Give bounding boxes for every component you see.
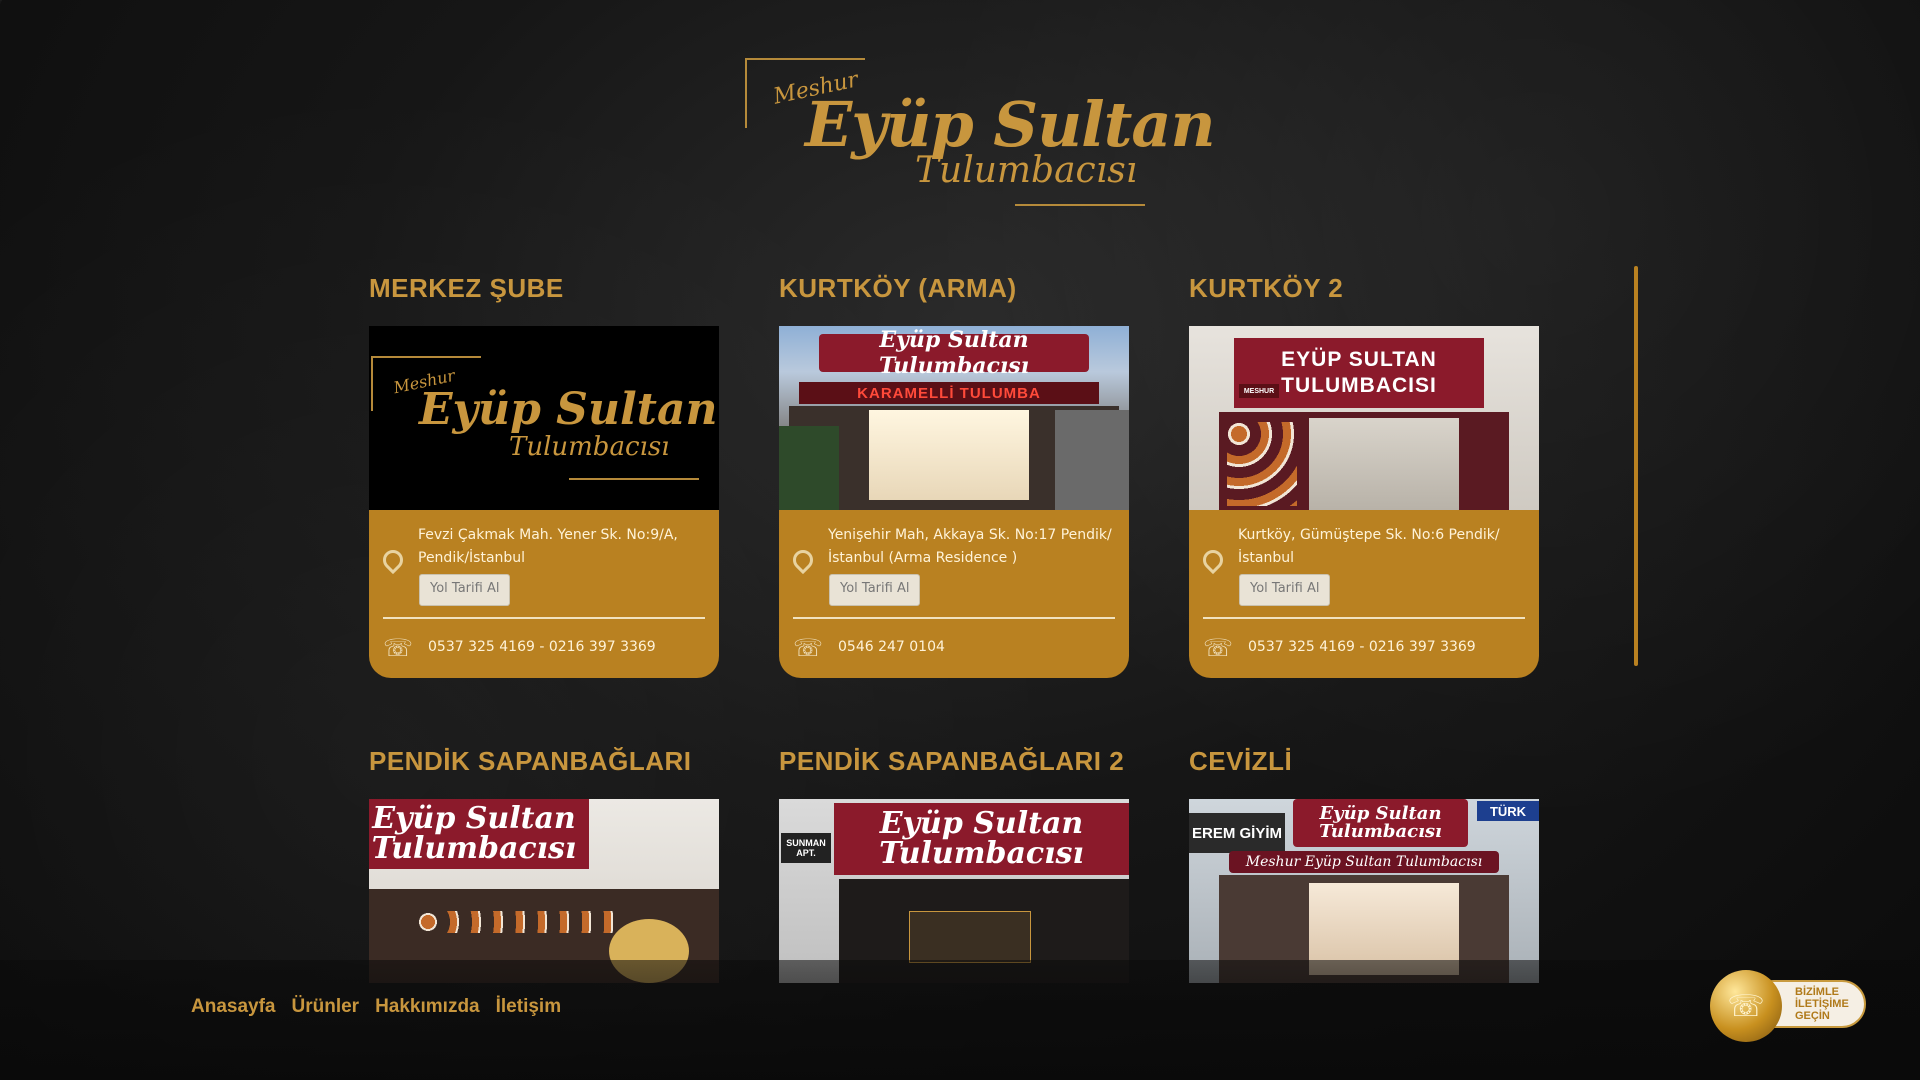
divider: [1203, 617, 1525, 619]
divider: [793, 617, 1115, 619]
store-sign: Eyüp Sultan Tulumbacısı: [834, 803, 1129, 875]
nav-about[interactable]: Hakkımızda: [375, 996, 480, 1018]
branch-photo: Eyüp Sultan Tulumbacısı: [369, 799, 719, 983]
branch-info: Yenişehir Mah, Akkaya Sk. No:17 Pendik/ …: [779, 510, 1129, 678]
branch-title: PENDİK SAPANBAĞLARI 2: [779, 746, 1125, 776]
sign-badge: MESHUR: [1239, 384, 1279, 398]
apt-label: SUNMAN APT.: [781, 833, 831, 863]
branch-card: KURTKÖY 2 EYÜP SULTAN TULUMBACISI MESHUR…: [1189, 268, 1539, 678]
branch-card: PENDİK SAPANBAĞLARI 2 Eyüp Sultan Tulumb…: [779, 741, 1129, 983]
get-directions-button[interactable]: Yol Tarifi Al: [829, 574, 921, 606]
branch-title: CEVİZLİ: [1189, 746, 1293, 776]
branch-address: Kurtköy, Gümüştepe Sk. No:6 Pendik/ İsta…: [1238, 527, 1500, 566]
footer-nav: Anasayfa Ürünler Hakkımızda İletişim: [191, 996, 561, 1018]
branch-card: KURTKÖY (ARMA) Eyüp Sultan Tulumbacısı K…: [779, 268, 1129, 678]
get-directions-button[interactable]: Yol Tarifi Al: [419, 574, 511, 606]
divider: [383, 617, 705, 619]
branch-photo: EYÜP SULTAN TULUMBACISI MESHUR: [1189, 326, 1539, 510]
store-sign: Eyüp Sultan Tulumbacısı: [369, 799, 589, 869]
branch-address: Yenişehir Mah, Akkaya Sk. No:17 Pendik/ …: [828, 527, 1112, 566]
nav-home[interactable]: Anasayfa: [191, 996, 276, 1018]
branch-title: MERKEZ ŞUBE: [369, 273, 564, 303]
branch-phone[interactable]: 0546 247 0104: [838, 639, 945, 655]
phone-icon: ☏: [1203, 634, 1234, 662]
branch-address: Fevzi Çakmak Mah. Yener Sk. No:9/A, Pend…: [418, 527, 678, 566]
phone-icon: ☏: [1710, 970, 1782, 1042]
branch-photo: Meshur Eyüp Sultan Tulumbacısı: [369, 326, 719, 510]
brand-logo[interactable]: Meshur Eyüp Sultan Tulumbacısı: [745, 58, 1216, 208]
store-sign: Eyüp Sultan Tulumbacısı: [1293, 799, 1468, 847]
logo-frame: [745, 58, 747, 128]
led-sign: KARAMELLİ TULUMBA: [799, 382, 1099, 404]
branch-photo: EREM GİYİM Eyüp Sultan Tulumbacısı TÜRK …: [1189, 799, 1539, 983]
scrollbar[interactable]: [1634, 266, 1638, 666]
nav-products[interactable]: Ürünler: [292, 996, 360, 1018]
nav-contact[interactable]: İletişim: [496, 996, 561, 1018]
branch-phone[interactable]: 0537 325 4169 - 0216 397 3369: [428, 639, 656, 655]
logo-sub: Tulumbacısı: [915, 150, 1138, 191]
branch-info: Kurtköy, Gümüştepe Sk. No:6 Pendik/ İsta…: [1189, 510, 1539, 678]
contact-us-button[interactable]: ☏ BİZİMLE İLETİŞİME GEÇİN: [1710, 970, 1868, 1042]
branch-card: PENDİK SAPANBAĞLARI Eyüp Sultan Tulumbac…: [369, 741, 719, 983]
logo-frame: [745, 58, 865, 60]
branch-title: KURTKÖY (ARMA): [779, 273, 1017, 303]
branch-title: PENDİK SAPANBAĞLARI: [369, 746, 692, 776]
branch-info: Fevzi Çakmak Mah. Yener Sk. No:9/A, Pend…: [369, 510, 719, 678]
location-pin-icon: [793, 550, 813, 578]
branch-photo: Eyüp Sultan Tulumbacısı KARAMELLİ TULUMB…: [779, 326, 1129, 510]
contact-label: BİZİMLE İLETİŞİME GEÇİN: [1795, 986, 1849, 1022]
store-sign: Eyüp Sultan Tulumbacısı: [819, 327, 1089, 379]
logo-underline: [1015, 204, 1145, 206]
location-pin-icon: [1203, 550, 1223, 578]
location-pin-icon: [383, 550, 403, 578]
branch-photo: Eyüp Sultan Tulumbacısı SUNMAN APT.: [779, 799, 1129, 983]
phone-icon: ☏: [383, 634, 414, 662]
neighbor-sign: TÜRK: [1477, 801, 1539, 821]
phone-icon: ☏: [793, 634, 824, 662]
get-directions-button[interactable]: Yol Tarifi Al: [1239, 574, 1331, 606]
branch-card: CEVİZLİ EREM GİYİM Eyüp Sultan Tulumbacı…: [1189, 741, 1539, 983]
branch-phone[interactable]: 0537 325 4169 - 0216 397 3369: [1248, 639, 1476, 655]
branch-title: KURTKÖY 2: [1189, 273, 1344, 303]
store-banner: Meshur Eyüp Sultan Tulumbacısı: [1229, 851, 1499, 873]
neighbor-sign: EREM GİYİM: [1189, 813, 1285, 853]
branch-card: MERKEZ ŞUBE Meshur Eyüp Sultan Tulumbacı…: [369, 268, 719, 678]
